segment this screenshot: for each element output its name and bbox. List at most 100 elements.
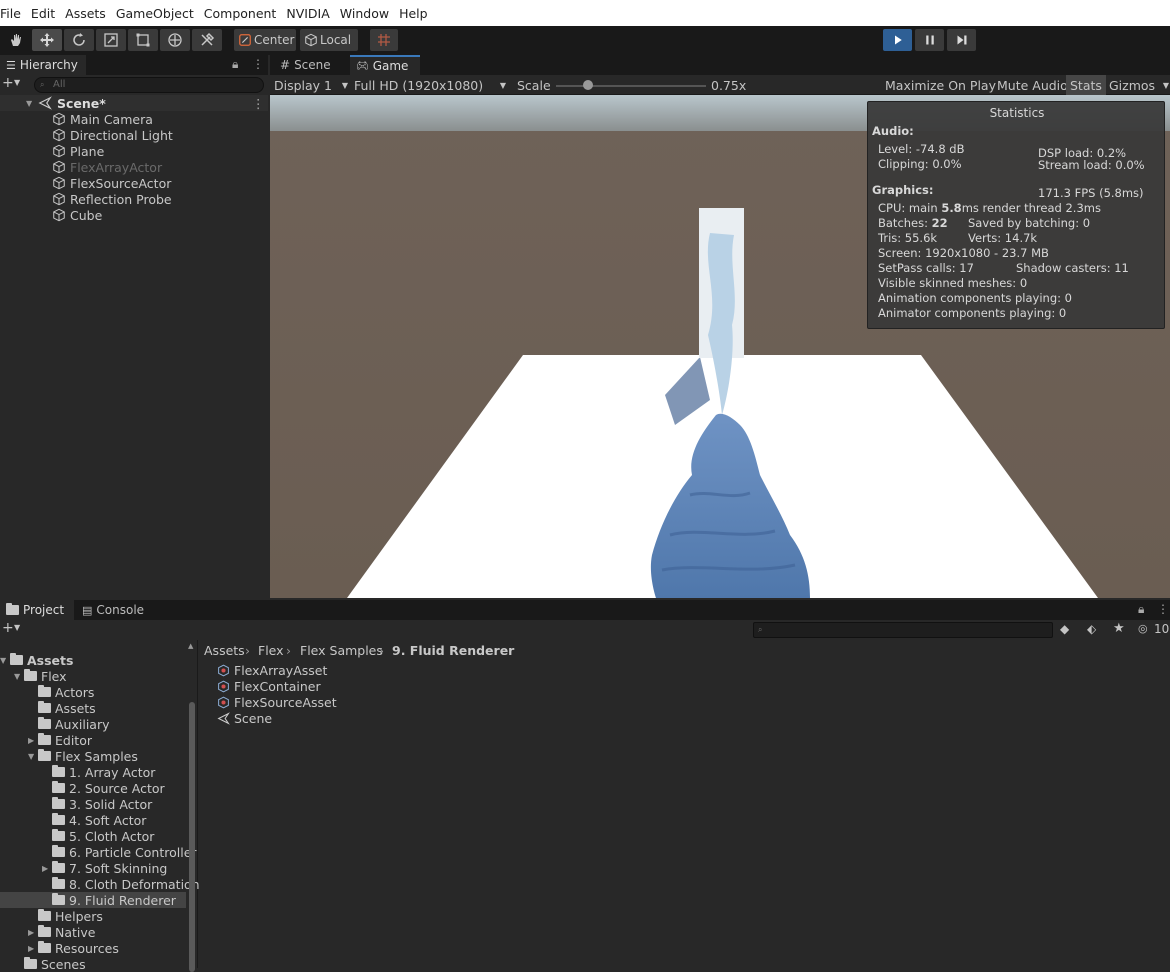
stats-toggle[interactable]: Stats [1066,75,1106,95]
lock-icon[interactable]: 🔒︎ [232,57,238,72]
hierarchy-item[interactable]: Main Camera [52,111,153,127]
play-button[interactable] [883,29,912,51]
hierarchy-item[interactable]: FlexArrayActor [52,159,162,175]
maximize-on-play-toggle[interactable]: Maximize On Play [883,75,998,95]
project-file-item[interactable]: Scene [217,710,272,726]
tree-folder-item[interactable]: Flex Samples [38,748,138,764]
add-icon[interactable]: + [2,620,14,636]
tree-scrollbar[interactable]: ▲ [188,642,196,972]
tree-folder-item[interactable]: Auxiliary [38,716,110,732]
rect-tool-button[interactable] [128,29,158,51]
hierarchy-item[interactable]: Plane [52,143,104,159]
tree-folder-item[interactable]: 4. Soft Actor [52,812,146,828]
scale-slider-track[interactable] [556,85,706,87]
menu-gameobject[interactable]: GameObject [116,6,194,21]
menu-nvidia[interactable]: NVIDIA [286,6,329,21]
tree-folder-item[interactable]: Flex [24,668,67,684]
tab-console[interactable]: ▤ Console [76,600,150,620]
tab-scene[interactable]: # Scene [274,55,344,75]
tree-folder-item[interactable]: Editor [38,732,92,748]
tree-folder-item[interactable]: 9. Fluid Renderer [52,892,176,908]
collapse-arrow-icon[interactable]: ▶ [42,864,48,873]
game-viewport[interactable]: Statistics Audio: Level: -74.8 dB DSP lo… [270,95,1170,598]
tree-folder-item[interactable]: Scenes [24,956,86,972]
breadcrumb-flex[interactable]: Flex [258,642,284,658]
custom-tool-button[interactable] [192,29,222,51]
menu-file[interactable]: File [0,6,21,21]
project-file-item[interactable]: FlexContainer [217,678,321,694]
hierarchy-search-input[interactable]: ⌕ All [34,77,264,93]
tree-folder-item[interactable]: 1. Array Actor [52,764,155,780]
move-tool-button[interactable] [32,29,62,51]
scene-menu-icon[interactable]: ⋮ [252,96,265,111]
hierarchy-item[interactable]: FlexSourceActor [52,175,171,191]
menu-edit[interactable]: Edit [31,6,55,21]
breadcrumb-assets[interactable]: Assets [204,642,245,658]
tree-folder-item[interactable]: 6. Particle Controller [52,844,197,860]
resolution-dropdown[interactable]: Full HD (1920x1080) ▼ [354,75,508,95]
tab-game[interactable]: 🎮︎ Game [350,55,420,75]
tree-folder-item[interactable]: 7. Soft Skinning [52,860,167,876]
collapse-arrow-icon[interactable]: ▶ [28,736,34,745]
hierarchy-item[interactable]: Reflection Probe [52,191,172,207]
tab-project[interactable]: Project [0,600,74,620]
chevron-down-icon[interactable]: ▼ [14,623,20,632]
transform-tool-button[interactable] [160,29,190,51]
label-icon[interactable]: ⬖ [1087,622,1096,636]
favorite-star-icon[interactable]: ★ [1113,621,1125,636]
scroll-up-icon[interactable]: ▲ [188,642,193,650]
pause-button[interactable] [915,29,944,51]
tree-scroll-thumb[interactable] [189,702,195,972]
tree-folder-item[interactable]: Assets [38,700,96,716]
hierarchy-item-label: Main Camera [70,111,153,127]
grid-snap-button[interactable] [370,29,398,51]
pivot-space-button[interactable]: Local [300,29,358,51]
tab-hierarchy[interactable]: ☰ Hierarchy [0,55,86,75]
kebab-menu-icon[interactable]: ⋮ [252,57,264,71]
tree-folder-item[interactable]: Actors [38,684,94,700]
resolution-label: Full HD (1920x1080) [354,77,484,93]
collapse-arrow-icon[interactable]: ▶ [28,928,34,937]
gizmos-dropdown[interactable]: Gizmos ▼ [1107,75,1169,95]
pivot-mode-button[interactable]: Center [234,29,296,51]
tree-folder-item[interactable]: Helpers [38,908,103,924]
project-search-input[interactable]: ⌕ [753,622,1053,638]
rotate-tool-button[interactable] [64,29,94,51]
add-icon[interactable]: + [2,75,14,91]
project-file-item[interactable]: FlexSourceAsset [217,694,337,710]
breadcrumb-flex-samples[interactable]: Flex Samples [300,642,383,658]
tree-folder-item[interactable]: Resources [38,940,119,956]
expand-arrow-icon[interactable]: ▼ [0,656,6,665]
display-dropdown[interactable]: Display 1 ▼ [274,75,350,95]
hierarchy-item[interactable]: Directional Light [52,127,173,143]
mute-audio-toggle[interactable]: Mute Audio [995,75,1070,95]
expand-arrow-icon[interactable]: ▼ [14,672,20,681]
tree-folder-item[interactable]: 2. Source Actor [52,780,165,796]
menu-component[interactable]: Component [204,6,277,21]
collapse-arrow-icon[interactable]: ▶ [28,944,34,953]
scene-row[interactable]: ▼ Scene* ⋮ [0,95,268,111]
tree-folder-item[interactable]: Assets [10,652,73,668]
tree-folder-item[interactable]: 8. Cloth Deformation [52,876,200,892]
hierarchy-item-label: FlexSourceActor [70,175,172,191]
step-button[interactable] [947,29,976,51]
menu-assets[interactable]: Assets [65,6,106,21]
search-by-type-icon[interactable]: ◆ [1060,622,1069,636]
tree-folder-label: 3. Solid Actor [69,796,153,812]
expand-arrow-icon[interactable]: ▼ [26,99,32,108]
expand-arrow-icon[interactable]: ▼ [28,752,34,761]
tree-folder-item[interactable]: 5. Cloth Actor [52,828,154,844]
chevron-down-icon[interactable]: ▼ [14,78,20,87]
hierarchy-item[interactable]: Cube [52,207,102,223]
hidden-packages-icon[interactable]: ◎ [1138,622,1148,635]
scale-slider-handle[interactable] [583,80,593,90]
hand-tool-button[interactable] [2,29,30,51]
tree-folder-item[interactable]: 3. Solid Actor [52,796,152,812]
menu-window[interactable]: Window [340,6,389,21]
menu-help[interactable]: Help [399,6,428,21]
project-file-item[interactable]: FlexArrayAsset [217,662,327,678]
scale-tool-button[interactable] [96,29,126,51]
kebab-menu-icon[interactable]: ⋮ [1157,602,1169,616]
tree-folder-item[interactable]: Native [38,924,95,940]
lock-icon[interactable]: 🔒︎ [1138,602,1144,617]
